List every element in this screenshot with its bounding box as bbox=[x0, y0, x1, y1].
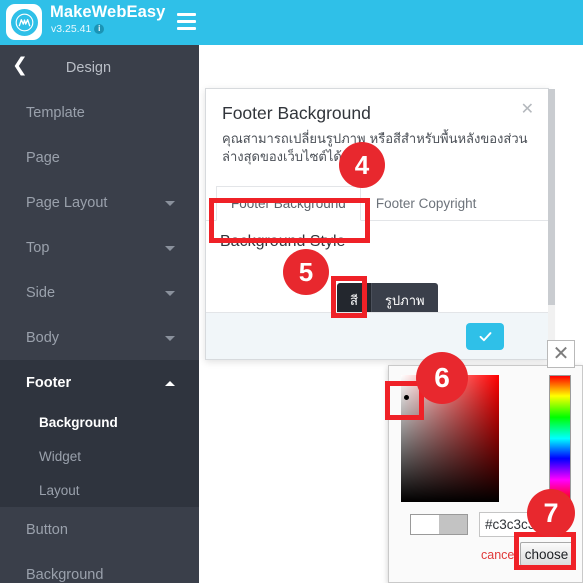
hamburger-menu-icon[interactable] bbox=[177, 13, 196, 30]
sidebar-item-label: Top bbox=[26, 239, 50, 256]
sidebar-item-footer-background[interactable]: Background bbox=[0, 405, 199, 439]
version-text: v3.25.41 bbox=[51, 23, 92, 35]
sidebar-item-label: Button bbox=[26, 521, 68, 538]
sidebar-item-label: Side bbox=[26, 284, 56, 301]
step-badge-7: 7 bbox=[527, 489, 575, 537]
logo-mark-icon bbox=[10, 8, 38, 36]
modal-title: Footer Background bbox=[222, 103, 371, 123]
sidebar-item-footer-widget[interactable]: Widget bbox=[0, 439, 199, 473]
chevron-up-icon bbox=[165, 380, 175, 386]
app-root: MakeWebEasy v3.25.41 i ❮ Design Template … bbox=[0, 0, 583, 583]
previous-color-swatch bbox=[411, 515, 439, 534]
hue-slider[interactable] bbox=[549, 375, 571, 502]
modal-footer bbox=[206, 312, 548, 359]
chevron-down-icon bbox=[165, 245, 175, 251]
chevron-down-icon bbox=[165, 335, 175, 341]
check-icon bbox=[479, 332, 491, 342]
sidebar-item-label: Footer bbox=[26, 374, 72, 391]
tab-footer-copyright[interactable]: Footer Copyright bbox=[361, 186, 492, 221]
chevron-down-icon bbox=[165, 200, 175, 206]
sidebar-item-label: Body bbox=[26, 329, 60, 346]
confirm-button[interactable] bbox=[466, 323, 504, 350]
highlight-style-button-color bbox=[331, 276, 367, 318]
step-badge-4: 4 bbox=[339, 142, 385, 188]
app-topbar: MakeWebEasy v3.25.41 i bbox=[0, 0, 583, 45]
left-sidebar: ❮ Design Template Page Page Layout Top S… bbox=[0, 45, 199, 583]
info-icon[interactable]: i bbox=[94, 24, 105, 34]
picker-close-icon[interactable]: ✕ bbox=[547, 340, 575, 368]
sidebar-item-page-layout[interactable]: Page Layout bbox=[0, 180, 199, 225]
brand-version: v3.25.41 i bbox=[51, 23, 105, 35]
highlight-choose-button bbox=[514, 532, 576, 570]
color-compare-swatches bbox=[410, 514, 468, 535]
sidebar-item-footer[interactable]: Footer bbox=[0, 360, 199, 405]
sidebar-item-background[interactable]: Background bbox=[0, 552, 199, 583]
new-color-swatch bbox=[439, 515, 467, 534]
sidebar-subitem-label: Background bbox=[39, 414, 118, 430]
step-badge-6: 6 bbox=[416, 352, 468, 404]
step-badge-5: 5 bbox=[283, 249, 329, 295]
sidebar-item-top[interactable]: Top bbox=[0, 225, 199, 270]
modal-scrollbar[interactable] bbox=[548, 89, 555, 359]
sidebar-item-template[interactable]: Template bbox=[0, 90, 199, 135]
style-button-label: รูปภาพ bbox=[384, 294, 425, 309]
sidebar-item-side[interactable]: Side bbox=[0, 270, 199, 315]
sidebar-group-footer: Footer Background Widget Layout bbox=[0, 360, 199, 507]
sidebar-subitem-label: Widget bbox=[39, 448, 82, 464]
sidebar-item-label: Page bbox=[26, 149, 60, 166]
sidebar-item-label: Background bbox=[26, 566, 104, 583]
close-icon[interactable]: ✕ bbox=[521, 102, 534, 118]
brand-name: MakeWebEasy bbox=[50, 3, 166, 21]
sidebar-item-label: Template bbox=[26, 104, 85, 121]
sidebar-item-button[interactable]: Button bbox=[0, 507, 199, 552]
sidebar-item-page[interactable]: Page bbox=[0, 135, 199, 180]
sidebar-item-body[interactable]: Body bbox=[0, 315, 199, 360]
sidebar-item-footer-layout[interactable]: Layout bbox=[0, 473, 199, 507]
chevron-down-icon bbox=[165, 290, 175, 296]
tab-label: Footer Copyright bbox=[375, 196, 477, 212]
cancel-link[interactable]: cancel bbox=[481, 548, 517, 562]
sidebar-subitem-label: Layout bbox=[39, 482, 80, 498]
app-logo bbox=[6, 4, 42, 40]
sidebar-item-label: Page Layout bbox=[26, 194, 108, 211]
chevron-left-icon[interactable]: ❮ bbox=[12, 56, 30, 75]
highlight-tab-footer-background bbox=[209, 198, 370, 243]
sidebar-header: ❮ Design bbox=[0, 45, 199, 90]
